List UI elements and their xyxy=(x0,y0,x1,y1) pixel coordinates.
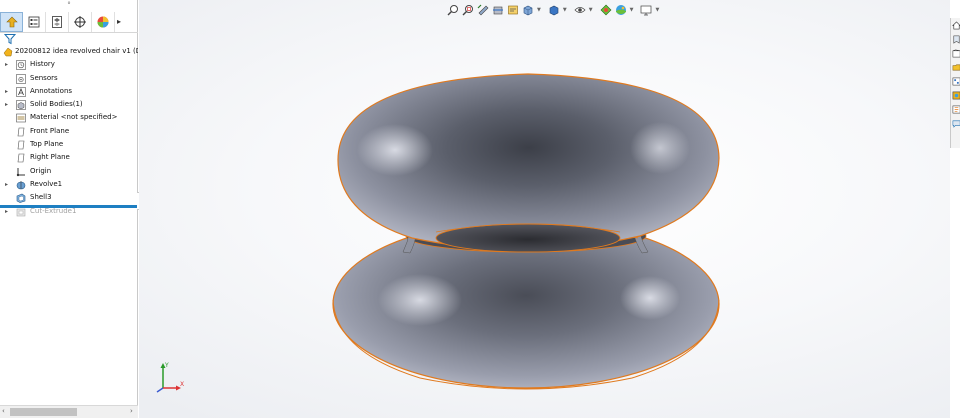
tree-item-label: Right Plane xyxy=(30,153,70,162)
propertymanager-tab[interactable] xyxy=(23,11,46,32)
tree-root-part[interactable]: 20200812 idea revolved chair v1 (Defa xyxy=(0,45,138,58)
tree-item-label: Front Plane xyxy=(30,126,70,135)
tree-item-sensors[interactable]: Sensors xyxy=(0,72,138,85)
dimxpert-tab[interactable] xyxy=(69,11,92,32)
display-manager-tab[interactable] xyxy=(92,11,115,32)
resources-icon xyxy=(953,35,959,44)
shell-icon xyxy=(16,193,26,204)
tree-item-shell3[interactable]: Shell3 xyxy=(0,191,138,204)
task-pane-design-library[interactable] xyxy=(951,46,960,60)
tree-item-label: Origin xyxy=(30,166,52,175)
expand-arrow-icon[interactable]: ▸ xyxy=(5,85,11,98)
plane-icon xyxy=(17,127,25,137)
top-bowl[interactable] xyxy=(337,73,720,253)
tree-item-label: Material <not specified> xyxy=(30,113,118,122)
custom-properties-icon xyxy=(952,105,960,113)
plane-icon xyxy=(17,140,25,150)
tree-item-revolve1[interactable]: ▸ Revolve1 xyxy=(0,178,138,191)
reference-triad: Y X xyxy=(156,362,184,393)
filter-icon[interactable] xyxy=(4,33,16,45)
tree-item-front-plane[interactable]: Front Plane xyxy=(0,125,138,138)
tree-item-label: Top Plane xyxy=(30,140,64,149)
sensors-icon xyxy=(16,73,26,84)
configurationmanager-tab[interactable] xyxy=(46,11,69,32)
task-pane-tabs xyxy=(950,18,960,148)
scroll-right-icon[interactable]: › xyxy=(130,407,133,415)
task-pane-resources[interactable] xyxy=(951,32,960,46)
featuremanager-tab[interactable] xyxy=(0,11,23,32)
horizontal-scrollbar[interactable]: ‹ › xyxy=(0,405,138,418)
task-pane-home[interactable] xyxy=(951,18,960,32)
cut-extrude-icon xyxy=(16,208,26,216)
expand-arrow-icon[interactable]: ▸ xyxy=(5,58,11,71)
task-pane-file-explorer[interactable] xyxy=(951,60,960,74)
part-icon xyxy=(3,47,13,57)
view-palette-icon xyxy=(952,77,960,85)
graphics-area[interactable]: ▼ ▼ ▼ ▼ ▼ Y X xyxy=(139,0,950,418)
tree-item-label: History xyxy=(30,60,55,69)
more-tabs-chevron-icon[interactable]: ▸ xyxy=(115,17,123,26)
tree-item-label: Revolve1 xyxy=(30,179,63,188)
tree-root-label: 20200812 idea revolved chair v1 (Defa xyxy=(15,47,138,55)
origin-icon xyxy=(16,167,25,176)
triad-x-label: X xyxy=(180,381,184,388)
feature-tree: 20200812 idea revolved chair v1 (Defa ▸ … xyxy=(0,45,138,218)
panel-grip[interactable]: ° xyxy=(0,0,138,10)
tree-item-label: Solid Bodies(1) xyxy=(30,100,83,109)
dimxpert-icon xyxy=(74,15,86,28)
tree-item-solid-bodies[interactable]: ▸ Solid Bodies(1) xyxy=(0,98,138,111)
tree-item-top-plane[interactable]: Top Plane xyxy=(0,138,138,151)
tree-item-right-plane[interactable]: Right Plane xyxy=(0,151,138,164)
scroll-thumb[interactable] xyxy=(10,408,77,416)
task-pane-appearances[interactable] xyxy=(951,88,960,102)
history-icon xyxy=(16,60,26,71)
rollback-bar[interactable] xyxy=(0,205,138,208)
task-pane-custom-properties[interactable] xyxy=(951,102,960,116)
feature-manager-panel: ° ▸ 20200812 idea revolved chair v1 (▸ … xyxy=(0,0,138,418)
propertymanager-icon xyxy=(28,16,40,27)
scroll-left-icon[interactable]: ‹ xyxy=(2,407,5,415)
file-explorer-icon xyxy=(952,64,960,70)
appearances-icon xyxy=(952,91,960,99)
task-pane-forum[interactable] xyxy=(951,116,960,130)
tree-item-label: Shell3 xyxy=(30,193,52,202)
annotations-icon xyxy=(16,87,26,97)
panel-tabs: ▸ xyxy=(0,11,138,33)
display-manager-icon xyxy=(97,16,109,27)
forum-icon xyxy=(952,120,960,128)
solid-bodies-icon xyxy=(16,100,26,110)
design-library-icon xyxy=(952,49,960,57)
material-icon xyxy=(16,114,26,123)
tree-item-label: Sensors xyxy=(30,73,58,82)
tree-item-label: Annotations xyxy=(30,86,73,95)
revolved-chair-model[interactable] xyxy=(139,0,950,418)
tree-item-annotations[interactable]: ▸ Annotations xyxy=(0,85,138,98)
tree-item-material[interactable]: Material <not specified> xyxy=(0,111,138,124)
triad-y-label: Y xyxy=(164,362,169,369)
tree-item-origin[interactable]: Origin xyxy=(0,165,138,178)
expand-arrow-icon[interactable]: ▸ xyxy=(5,178,11,191)
revolve-icon xyxy=(16,180,26,190)
plane-icon xyxy=(17,154,25,163)
configurationmanager-icon xyxy=(52,15,62,28)
tree-item-history[interactable]: ▸ History xyxy=(0,58,138,71)
home-icon xyxy=(951,20,960,29)
featuremanager-icon xyxy=(5,16,18,27)
task-pane-view-palette[interactable] xyxy=(951,74,960,88)
expand-arrow-icon[interactable]: ▸ xyxy=(5,98,11,111)
